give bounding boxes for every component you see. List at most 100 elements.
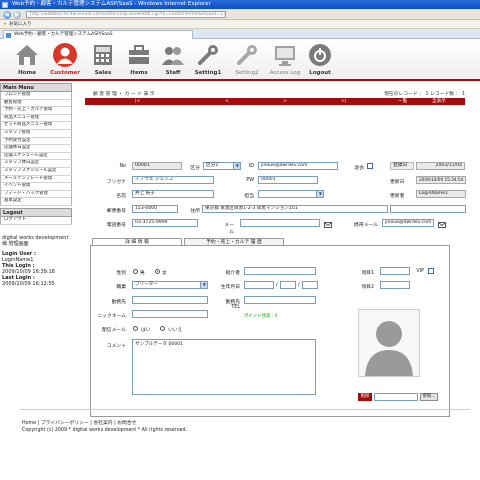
favorites-bar: ★ お気に入り <box>0 20 480 29</box>
list-button[interactable]: 一覧 <box>398 98 407 105</box>
record-nav-bar: |< < > >| 一覧 全表示 <box>85 98 465 105</box>
phone-field[interactable]: 03-3725-9999 <box>132 219 198 227</box>
kana-field[interactable]: イノウエ ジュンコ <box>132 176 214 184</box>
work-tel-field[interactable] <box>244 296 316 304</box>
chevron-down-icon: ▼ <box>235 163 239 168</box>
photo-file-field[interactable] <box>374 393 418 401</box>
zip-field[interactable]: 153-0000 <box>132 205 178 213</box>
sidebar-item[interactable]: 店舗スケジュール設定 <box>0 152 72 161</box>
first-record-button[interactable]: |< <box>135 98 140 105</box>
sidebar-item-logout[interactable]: ログアウト <box>0 216 72 225</box>
sales-icon <box>94 45 112 65</box>
window-titlebar: Web予約・顧客・カルテ管理システムASP/SaaS - Windows Int… <box>0 0 480 9</box>
workplace-label: 勤務先 <box>111 300 126 305</box>
sidebar-item[interactable]: イベント管理 <box>0 183 72 191</box>
photo-delete-button[interactable]: 削除 <box>358 393 372 401</box>
vip-checkbox[interactable] <box>428 268 434 274</box>
sidebar-item[interactable]: メールテンプレート管理 <box>0 175 72 184</box>
category-select[interactable]: 区分2 ▼ <box>203 162 241 170</box>
home-icon <box>16 45 38 65</box>
record-info: 現在のレコード ： 1 レコード数 ： 1 <box>384 92 465 97</box>
sidebar-item[interactable]: 店舗休日設定 <box>0 145 72 153</box>
updater-field: LoginName1 <box>416 190 466 198</box>
mail-consent-no-radio[interactable] <box>160 326 165 331</box>
gender-label: 性別 <box>116 271 126 276</box>
avatar-placeholder-icon <box>365 321 413 376</box>
mobile-mail-icon[interactable] <box>438 222 446 228</box>
company-name: digital works development 様 管理画面 <box>2 234 69 247</box>
breadcrumb-bar: 顧 客 管 理 ・ カ ー ド 表 示 現在のレコード ： 1 レコード数 ： … <box>85 89 465 97</box>
mail-label: メール <box>224 223 234 235</box>
show-all-button[interactable]: 全表示 <box>432 98 446 105</box>
address-field[interactable]: 東京都 目黒区目黒1-2-3 目黒マンション101 <box>202 205 388 213</box>
mail-consent-label: 配信メール <box>102 328 126 333</box>
mail-consent-yes-radio[interactable] <box>133 326 138 331</box>
tool-customer[interactable]: Customer <box>44 42 86 79</box>
sidebar-item[interactable]: スタッフ管理 <box>0 129 72 138</box>
sidebar-item[interactable]: 商品メニュー管理 <box>0 114 72 123</box>
sidebar-item[interactable]: フロント管理 <box>0 92 72 100</box>
custom1-field[interactable] <box>380 267 410 275</box>
address-extra-field[interactable] <box>390 205 466 213</box>
prev-record-button[interactable]: < <box>225 98 229 105</box>
updated-field: 2009/10/09 15:34:54 <box>416 176 466 184</box>
tool-logout[interactable]: Logout <box>299 42 341 79</box>
updated-label: 更新日 <box>390 180 405 185</box>
points-balance: ポイント残高 : 0 <box>244 314 278 319</box>
gender-male-radio[interactable] <box>133 269 138 274</box>
nickname-field[interactable] <box>132 310 208 318</box>
birth-year-field[interactable] <box>244 281 274 289</box>
mobile-mail-field[interactable]: jinoue@dwrdev.com <box>382 219 434 227</box>
favorites-button[interactable]: ★ お気に入り <box>3 22 32 28</box>
mail-consent-yes-label: はい <box>141 328 151 333</box>
workplace-field[interactable] <box>132 296 208 304</box>
browser-tab[interactable]: Web予約・顧客・カルテ管理システムASP/SaaS <box>3 30 193 39</box>
mail-field[interactable] <box>240 219 320 227</box>
forward-button[interactable]: ▶ <box>13 10 21 19</box>
footer-links[interactable]: Home | プライバシーポリシー | 会社案内 | お問合せ <box>22 419 136 426</box>
sidebar-item[interactable]: スタッフ休日設定 <box>0 160 72 168</box>
occupation-label: 職業 <box>116 285 126 290</box>
main-content: 顧 客 管 理 ・ カ ー ド 表 示 現在のレコード ： 1 レコード数 ： … <box>80 83 470 423</box>
photo-browse-button[interactable]: 参照... <box>420 393 438 401</box>
id-field[interactable]: jinoue@dwrdev.com <box>258 162 338 170</box>
pw-field[interactable]: 00001 <box>258 176 318 184</box>
url-input[interactable]: http://webtb07r0.dw-server.com/admin/cap… <box>26 11 226 18</box>
last-login: 2009/10/09 16:12:55 <box>2 280 55 287</box>
tool-setting2[interactable]: Setting2 <box>226 42 268 79</box>
sidebar-item[interactable]: 予約受付設定 <box>0 137 72 146</box>
name-field[interactable]: 井上 純子 <box>132 190 214 198</box>
sidebar-item[interactable]: セット商品メニュー管理 <box>0 122 72 130</box>
back-button[interactable]: ◀ <box>3 10 11 19</box>
sidebar-item[interactable]: 予約・売上・カルテ管理 <box>0 107 72 115</box>
introducer-label: 紹介者 <box>225 271 240 276</box>
tool-setting1[interactable]: Setting1 <box>187 42 229 79</box>
person-select[interactable]: ▼ <box>258 190 324 198</box>
birth-month-field[interactable] <box>280 281 296 289</box>
withdrawn-checkbox[interactable] <box>367 163 373 169</box>
introducer-field[interactable] <box>244 267 316 275</box>
comment-textarea[interactable]: サンプルデータ 00001 <box>132 339 316 395</box>
comment-label: コメント <box>106 344 126 349</box>
access-log-icon <box>275 46 295 66</box>
items-icon <box>129 45 149 64</box>
custom2-field[interactable] <box>380 281 410 289</box>
logout-heading: Logout <box>0 207 72 217</box>
sidebar-item[interactable]: 顧客管理 <box>0 99 72 108</box>
sidebar-item[interactable]: 基本設定 <box>0 198 72 206</box>
last-record-button[interactable]: >| <box>341 98 346 105</box>
mail-icon[interactable] <box>324 222 332 228</box>
person-label: 担当 <box>244 194 254 199</box>
tool-home[interactable]: Home <box>6 42 48 79</box>
birth-day-field[interactable] <box>302 281 318 289</box>
sidebar-item[interactable]: フィード・ハック管理 <box>0 190 72 199</box>
star-icon: ★ <box>3 21 8 27</box>
gender-male-label: 男 <box>140 271 145 276</box>
address-bar: ◀ ▶ http://webtb07r0.dw-server.com/admin… <box>0 9 480 20</box>
sidebar-item[interactable]: スタッフスケジュール設定 <box>0 167 72 176</box>
gender-female-label: 女 <box>162 271 167 276</box>
gender-female-radio[interactable] <box>155 269 160 274</box>
occupation-select[interactable]: フリーター ▼ <box>132 281 208 289</box>
next-record-button[interactable]: > <box>283 98 287 105</box>
address-label: 住所 <box>190 209 200 214</box>
